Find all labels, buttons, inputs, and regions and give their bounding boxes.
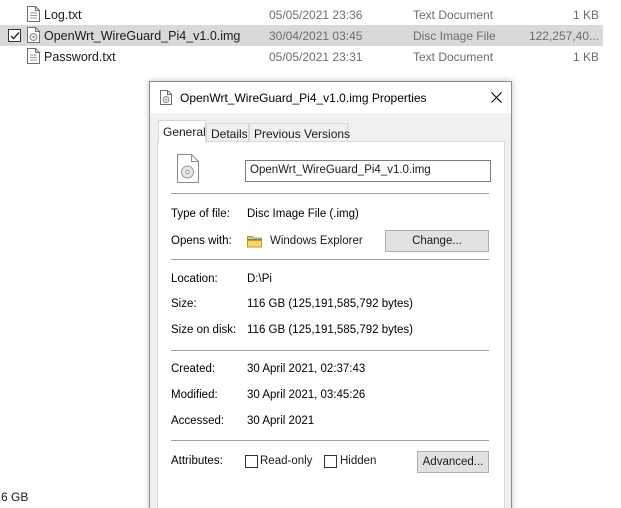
advanced-button[interactable]: Advanced... bbox=[417, 451, 489, 473]
accessed-label: Accessed: bbox=[171, 415, 225, 427]
file-date: 05/05/2021 23:31 bbox=[269, 49, 363, 64]
accessed-value: 30 April 2021 bbox=[247, 415, 315, 427]
hidden-checkbox[interactable] bbox=[324, 455, 337, 468]
file-type: Disc Image File bbox=[413, 28, 496, 43]
file-size: 122,257,40... bbox=[528, 28, 599, 43]
readonly-label[interactable]: Read-only bbox=[260, 455, 312, 467]
file-row-img[interactable]: OpenWrt_WireGuard_Pi4_v1.0.img 30/04/202… bbox=[0, 25, 603, 46]
size-value: 116 GB (125,191,585,792 bytes) bbox=[247, 298, 414, 310]
disc-image-icon bbox=[160, 90, 172, 105]
change-button[interactable]: Change... bbox=[385, 230, 489, 252]
size-on-disk-label: Size on disk: bbox=[171, 324, 237, 336]
file-size: 1 KB bbox=[572, 7, 599, 22]
created-label: Created: bbox=[171, 363, 216, 375]
file-date: 30/04/2021 03:45 bbox=[269, 28, 363, 43]
type-of-file-label: Type of file: bbox=[171, 208, 230, 220]
properties-dialog: OpenWrt_WireGuard_Pi4_v1.0.img Propertie… bbox=[149, 81, 512, 508]
modified-label: Modified: bbox=[171, 389, 218, 401]
file-row-password[interactable]: Password.txt 05/05/2021 23:31 Text Docum… bbox=[0, 46, 603, 67]
dialog-title: OpenWrt_WireGuard_Pi4_v1.0.img Propertie… bbox=[180, 91, 427, 105]
opens-with-label: Opens with: bbox=[171, 235, 232, 247]
size-label: Size: bbox=[171, 298, 197, 310]
size-on-disk-value: 116 GB (125,191,585,792 bytes) bbox=[247, 324, 414, 336]
file-name: OpenWrt_WireGuard_Pi4_v1.0.img bbox=[44, 28, 241, 43]
disc-image-icon bbox=[177, 154, 199, 183]
readonly-checkbox[interactable] bbox=[245, 455, 258, 468]
close-button[interactable] bbox=[481, 82, 511, 113]
separator bbox=[171, 193, 489, 194]
row-select-checkbox[interactable] bbox=[8, 29, 21, 42]
close-icon bbox=[490, 92, 502, 103]
file-type: Text Document bbox=[413, 7, 494, 22]
tab-details[interactable]: Details bbox=[206, 123, 249, 142]
type-of-file-value: Disc Image File (.img) bbox=[247, 208, 359, 220]
filename-field[interactable]: OpenWrt_WireGuard_Pi4_v1.0.img bbox=[245, 160, 491, 182]
file-name: Password.txt bbox=[44, 49, 116, 64]
text-document-icon bbox=[27, 48, 40, 64]
opens-with-value: Windows Explorer bbox=[270, 235, 363, 247]
modified-value: 30 April 2021, 03:45:26 bbox=[247, 389, 366, 401]
text-document-icon bbox=[27, 6, 40, 22]
hidden-label[interactable]: Hidden bbox=[340, 455, 376, 467]
location-label: Location: bbox=[171, 273, 218, 285]
folder-icon bbox=[247, 234, 262, 248]
created-value: 30 April 2021, 02:37:43 bbox=[247, 363, 366, 375]
separator bbox=[171, 350, 489, 351]
location-value: D:\Pi bbox=[247, 273, 272, 285]
attributes-label: Attributes: bbox=[171, 455, 223, 467]
tab-previous-versions[interactable]: Previous Versions bbox=[249, 123, 350, 142]
file-date: 05/05/2021 23:36 bbox=[269, 7, 363, 22]
disc-image-icon bbox=[27, 27, 40, 43]
file-size: 1 KB bbox=[572, 49, 599, 64]
dialog-titlebar[interactable]: OpenWrt_WireGuard_Pi4_v1.0.img Propertie… bbox=[150, 82, 511, 113]
file-row-log[interactable]: Log.txt 05/05/2021 23:36 Text Document 1… bbox=[0, 4, 603, 25]
separator bbox=[171, 259, 489, 260]
status-bar-selected-size: 6 GB bbox=[1, 490, 29, 504]
tab-general[interactable]: General bbox=[158, 120, 206, 143]
file-type: Text Document bbox=[413, 49, 494, 64]
file-name: Log.txt bbox=[44, 7, 82, 22]
separator bbox=[171, 440, 489, 441]
